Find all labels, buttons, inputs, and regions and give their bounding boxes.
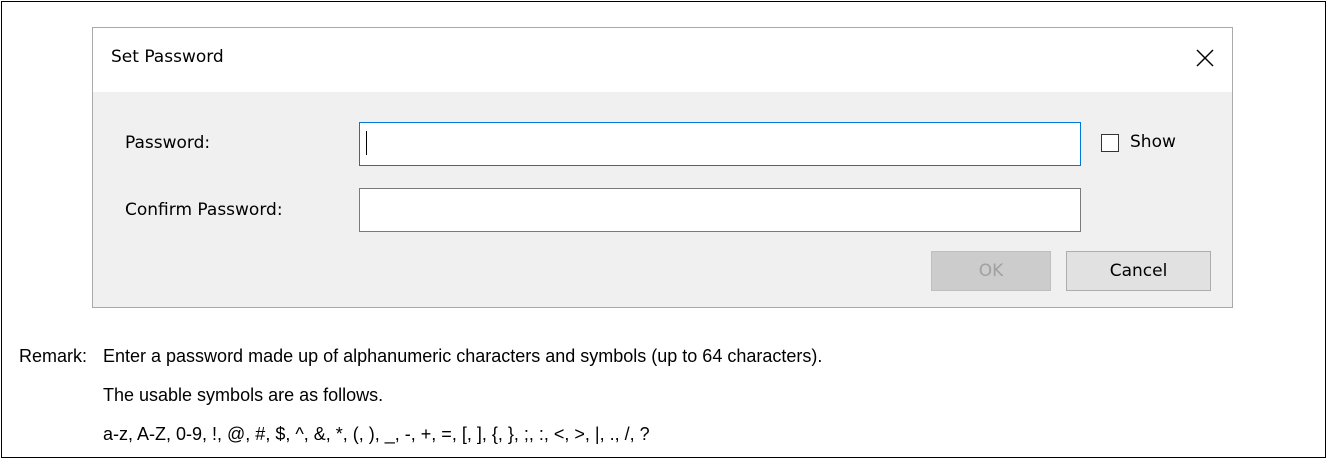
dialog-titlebar: Set Password [93,28,1232,92]
close-icon [1196,49,1214,67]
close-button[interactable] [1176,28,1232,88]
remark-line: The usable symbols are as follows. [103,385,384,405]
show-password-checkbox[interactable] [1101,134,1119,152]
confirm-password-input[interactable] [359,188,1081,232]
remark-line: Enter a password made up of alphanumeric… [103,346,823,366]
remark-label: Remark: [19,346,88,366]
password-input[interactable] [359,122,1081,166]
set-password-dialog: Set Password [92,27,1233,308]
ok-button[interactable]: OK [931,251,1051,291]
remark-line: a-z, A-Z, 0-9, !, @, #, $, ^, &, *, (, )… [103,424,650,444]
text-caret [366,131,367,155]
show-password-label[interactable]: Show [1130,132,1176,152]
password-label: Password: [125,133,211,153]
dialog-title: Set Password [111,47,224,67]
confirm-password-label: Confirm Password: [125,200,283,220]
cancel-button[interactable]: Cancel [1066,251,1211,291]
